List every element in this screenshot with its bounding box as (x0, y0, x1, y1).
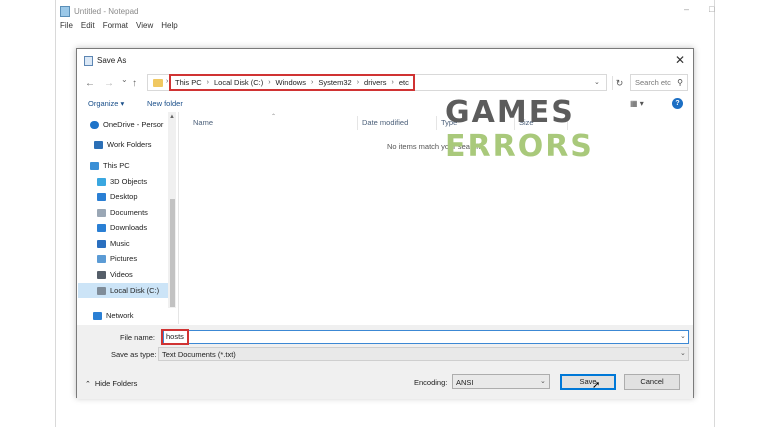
cancel-button[interactable]: Cancel (624, 374, 680, 390)
chevron-down-icon[interactable]: ⌄ (540, 377, 546, 385)
notepad-icon (60, 5, 70, 17)
save-button[interactable]: Save (560, 374, 616, 390)
chevron-right-icon[interactable]: › (207, 79, 209, 86)
chevron-down-icon[interactable]: ⌄ (680, 332, 686, 340)
back-arrow-icon[interactable]: ← (85, 78, 95, 89)
chevron-right-icon[interactable]: › (311, 79, 313, 86)
column-divider[interactable] (357, 116, 358, 130)
mouse-cursor-icon: ➚ (592, 380, 601, 391)
save-as-type-select[interactable] (158, 347, 689, 361)
nav-item-label: Videos (110, 270, 133, 279)
nav-item-local-disk[interactable]: Local Disk (C:) (78, 283, 168, 298)
nav-item-label: Music (110, 239, 130, 248)
nav-item-label: Desktop (110, 192, 138, 201)
breadcrumb-system32[interactable]: System32 (318, 78, 351, 87)
save-as-type-value: Text Documents (*.txt) (162, 350, 236, 359)
save-as-dialog: Save As ✕ ← → ⌄ ↑ › This PC › Local Disk… (76, 48, 694, 399)
nav-item-label: OneDrive - Persor (103, 120, 164, 129)
encoding-value: ANSI (456, 378, 474, 387)
work-folder-icon (94, 140, 103, 149)
video-icon (97, 270, 106, 279)
notepad-title: Untitled - Notepad (74, 6, 139, 16)
recent-locations-icon[interactable]: ⌄ (121, 75, 128, 84)
chevron-down-icon[interactable]: ⌄ (680, 349, 686, 357)
nav-item-label: Network (106, 311, 134, 320)
chevron-right-icon[interactable]: › (357, 79, 359, 86)
up-arrow-icon[interactable]: ↑ (132, 78, 137, 89)
nav-item-network[interactable]: Network (93, 308, 173, 323)
nav-item-label: Downloads (110, 223, 148, 232)
scroll-up-icon[interactable]: ▲ (169, 114, 175, 120)
breadcrumb-etc[interactable]: etc (399, 78, 409, 87)
menu-edit[interactable]: Edit (81, 21, 95, 30)
file-list[interactable]: ⌃ Name Date modified Type Size No items … (178, 112, 693, 324)
nav-item-label: Local Disk (C:) (110, 286, 160, 295)
file-name-label: File name: (120, 333, 156, 342)
nav-pane-scroll-thumb[interactable] (170, 199, 175, 307)
pictures-icon (97, 254, 106, 263)
breadcrumb-this-pc[interactable]: This PC (175, 78, 202, 87)
document-icon (97, 208, 106, 217)
watermark-logo-errors: ERRORS (445, 129, 594, 164)
organize-button[interactable]: Organize ▾ (88, 99, 124, 108)
view-options-icon[interactable]: ▦ ▾ (630, 99, 644, 108)
nav-item-label: Documents (110, 208, 148, 217)
maximize-icon[interactable]: □ (709, 4, 714, 14)
hide-folders-label: Hide Folders (94, 379, 138, 388)
menu-format[interactable]: Format (103, 21, 128, 30)
watermark-logo-games: GAMES (445, 95, 575, 130)
network-icon (93, 311, 102, 320)
save-as-type-label: Save as type: (111, 350, 157, 359)
chevron-right-icon[interactable]: › (268, 79, 270, 86)
drive-icon (97, 286, 106, 295)
download-icon (97, 223, 106, 232)
breadcrumb: This PC › Local Disk (C:) › Windows › Sy… (169, 74, 415, 91)
navigation-pane: OneDrive - Persor Work Folders This PC 3… (78, 112, 178, 308)
search-icon: ⚲ (677, 78, 683, 87)
chevron-right-icon[interactable]: › (166, 78, 168, 85)
nav-item-label: Pictures (110, 254, 138, 263)
sort-arrow-icon: ⌃ (271, 114, 277, 120)
cloud-icon (90, 120, 99, 129)
dialog-title: Save As (97, 56, 127, 65)
save-as-icon (84, 56, 93, 66)
forward-arrow-icon[interactable]: → (104, 78, 114, 89)
dialog-titlebar: Save As ✕ (77, 49, 693, 71)
search-input[interactable]: Search etc ⚲ (630, 74, 688, 91)
notepad-menubar: File Edit Format View Help (60, 21, 178, 30)
close-icon[interactable]: ✕ (673, 53, 687, 67)
nav-item-label: Work Folders (107, 140, 152, 149)
file-name-field[interactable] (163, 330, 689, 344)
chevron-up-icon: ⌃ (85, 380, 91, 388)
file-name-value[interactable]: hosts (161, 329, 189, 345)
cube-icon (97, 177, 106, 186)
column-divider[interactable] (436, 116, 437, 130)
menu-help[interactable]: Help (161, 21, 177, 30)
breadcrumb-windows[interactable]: Windows (276, 78, 306, 87)
hide-folders-button[interactable]: ⌃ Hide Folders (85, 379, 137, 388)
encoding-label: Encoding: (414, 378, 448, 387)
new-folder-button[interactable]: New folder (147, 99, 183, 108)
column-header-date-modified[interactable]: Date modified (362, 118, 408, 127)
search-placeholder: Search etc (635, 78, 671, 87)
column-header-name[interactable]: Name (193, 118, 213, 127)
minimize-icon[interactable]: – (684, 4, 689, 14)
breadcrumb-local-disk[interactable]: Local Disk (C:) (214, 78, 263, 87)
menu-view[interactable]: View (136, 21, 153, 30)
notepad-titlebar: Untitled - Notepad (60, 4, 138, 18)
nav-item-label: This PC (103, 161, 130, 170)
computer-icon (90, 161, 99, 170)
desktop-icon (97, 192, 106, 201)
chevron-down-icon[interactable]: ⌄ (594, 78, 600, 86)
refresh-icon[interactable]: ↻ (612, 76, 626, 90)
folder-icon (153, 79, 163, 87)
help-icon[interactable]: ? (672, 98, 683, 109)
breadcrumb-drivers[interactable]: drivers (364, 78, 387, 87)
music-icon (97, 239, 106, 248)
menu-file[interactable]: File (60, 21, 73, 30)
chevron-right-icon[interactable]: › (392, 79, 394, 86)
nav-item-label: 3D Objects (110, 177, 148, 186)
